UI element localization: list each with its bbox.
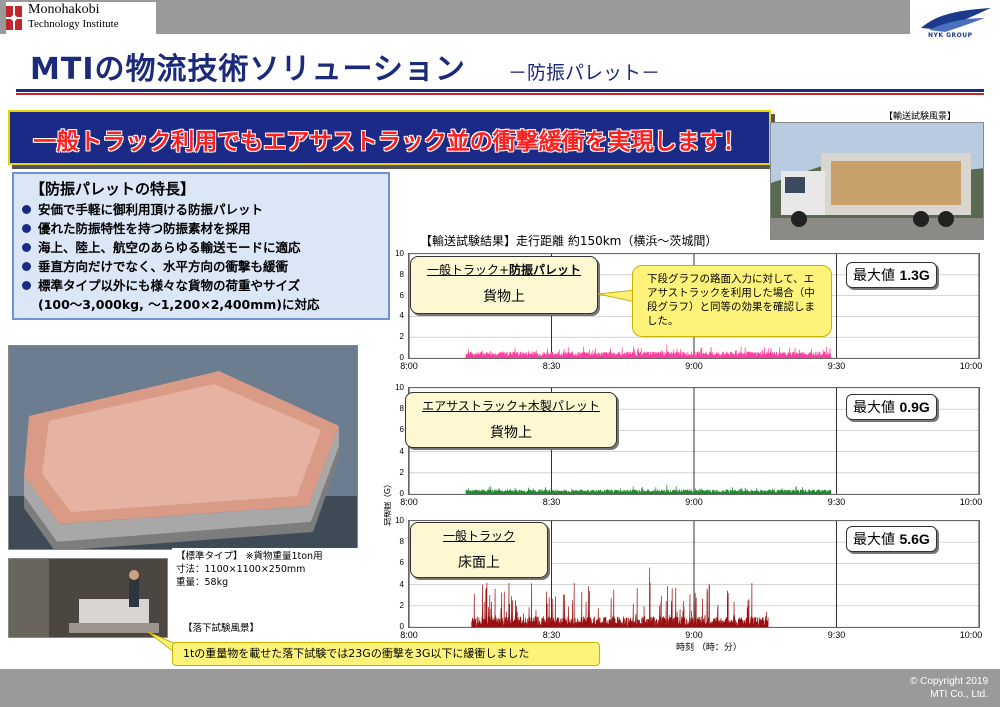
copyright: © Copyright 2019 MTI Co., Ltd. — [910, 675, 988, 701]
x-tick-label: 9:00 — [685, 361, 703, 371]
plot2-label-line1: エアサストラック+木製パレット — [422, 399, 600, 413]
result-callout: 下段グラフの路面入力に対して、エアサストラックを利用した場合（中段グラフ）と同等… — [632, 265, 832, 337]
title-rule — [16, 89, 984, 92]
plot3-label: 一般トラック 床面上 — [410, 522, 548, 578]
x-tick-label: 8:30 — [542, 630, 561, 640]
feature-item: 標準タイプ以外にも様々な貨物の荷重やサイズ — [22, 276, 320, 295]
drop-test-photo — [8, 558, 168, 638]
x-tick-label: 9:00 — [685, 497, 703, 507]
y-tick-label: 4 — [399, 446, 404, 456]
pallet-photo — [8, 345, 358, 550]
drop-test-note: 1tの重量物を載せた落下試験では23Gの衝撃を3G以下に緩衝しました — [172, 642, 600, 666]
pallet-image — [9, 346, 357, 549]
copyright-line1: © Copyright 2019 — [910, 676, 988, 687]
x-tick-label: 10:00 — [959, 361, 983, 371]
plot1-label-line2: 貨物上 — [483, 289, 525, 305]
drop-test-image — [9, 559, 167, 637]
x-tick-label: 8:00 — [400, 361, 418, 371]
mti-logo: Monohakobi Technology Institute — [6, 2, 156, 34]
plot1-label-line1a: 一般トラック+ — [426, 263, 510, 277]
plot1-max-badge: 最大値 1.3G — [846, 262, 937, 288]
feature-item: 優れた防振特性を持つ防振素材を採用 — [22, 219, 320, 238]
series-trace — [465, 484, 832, 495]
plot3-label-line2: 床面上 — [458, 555, 500, 571]
plot3-max-badge: 最大値 5.6G — [846, 526, 937, 552]
y-tick-label: 2 — [399, 600, 404, 610]
graph-heading: 【輸送試験結果】走行距離 約150km（横浜～茨城間） — [420, 234, 718, 248]
copyright-line2: MTI Co., Ltd. — [930, 689, 988, 700]
features-title: 【防振パレットの特長】 — [30, 180, 196, 198]
plot2-label: エアサストラック+木製パレット 貨物上 — [405, 392, 617, 448]
plot2-max-value: 0.9G — [899, 399, 930, 415]
x-tick-label: 9:30 — [827, 361, 846, 371]
x-tick-label: 9:30 — [827, 630, 846, 640]
x-tick-label: 8:30 — [542, 497, 561, 507]
y-tick-label: 8 — [399, 537, 404, 547]
y-tick-label: 8 — [399, 404, 404, 414]
spec-line1: 【標準タイプ】 ※貨物重量1ton用 — [176, 551, 323, 562]
headline-text: 一般トラック利用でもエアサストラック並の衝撃緩衝を実現します！ — [33, 129, 746, 155]
x-axis-label: 時刻 （時：分） — [676, 643, 742, 653]
features-box: 【防振パレットの特長】 安価で手軽に御利用頂ける防振パレット 優れた防振特性を持… — [12, 172, 390, 320]
mti-logo-icon — [6, 6, 22, 30]
drop-test-caption: 【落下試験風景】 — [181, 620, 262, 634]
headline-banner: 一般トラック利用でもエアサストラック並の衝撃緩衝を実現します！ — [8, 110, 771, 165]
truck-image — [771, 123, 983, 239]
feature-item-continuation: (100～3,000kg, ～1,200×2,400mm)に対応 — [38, 297, 320, 312]
series-trace — [465, 344, 832, 359]
x-tick-label: 9:00 — [685, 630, 703, 640]
plot1-label: 一般トラック+防振パレット 貨物上 — [410, 256, 598, 314]
spec-box: 【標準タイプ】 ※貨物重量1ton用 寸法：1100×1100×250mm 重量… — [172, 548, 360, 596]
truck-photo-caption: 【輸送試験風景】 — [884, 112, 957, 122]
bullet-icon — [22, 262, 31, 271]
y-axis-label: 加速度（G） — [383, 480, 392, 527]
logo-text-line1: Monohakobi — [28, 2, 100, 17]
bullet-icon — [22, 243, 31, 252]
features-list: 安価で手軽に御利用頂ける防振パレット 優れた防振特性を持つ防振素材を採用 海上、… — [22, 200, 320, 314]
plot3-label-line1: 一般トラック — [442, 529, 515, 543]
x-tick-label: 10:00 — [959, 497, 983, 507]
y-tick-label: 4 — [399, 579, 404, 589]
title-rule-accent — [16, 93, 984, 95]
y-tick-label: 6 — [399, 425, 404, 435]
nyk-logo-text: NYK GROUP — [928, 32, 973, 39]
plot1-max-value: 1.3G — [899, 267, 930, 283]
y-tick-label: 6 — [399, 290, 404, 300]
x-tick-label: 8:00 — [400, 630, 418, 640]
y-tick-label: 2 — [399, 467, 404, 477]
page-subtitle: －防振パレット－ — [508, 62, 661, 84]
feature-item: 海上、陸上、航空のあらゆる輸送モードに適応 — [22, 238, 320, 257]
feature-item: 垂直方向だけでなく、水平方向の衝撃も緩衝 — [22, 257, 320, 276]
x-tick-label: 8:00 — [400, 497, 418, 507]
bullet-icon — [22, 205, 31, 214]
bullet-icon — [22, 281, 31, 290]
feature-item: 安価で手軽に御利用頂ける防振パレット — [22, 200, 320, 219]
spec-line2: 寸法：1100×1100×250mm — [176, 564, 306, 575]
plot1-label-line1b: 防振パレット — [509, 263, 582, 277]
bullet-icon — [22, 224, 31, 233]
x-tick-label: 9:30 — [827, 497, 846, 507]
y-tick-label: 10 — [395, 383, 404, 392]
page-title: MTIの物流技術ソリューション — [30, 52, 466, 87]
plot2-label-line2: 貨物上 — [490, 425, 532, 441]
x-tick-label: 10:00 — [959, 630, 983, 640]
plot3-max-value: 5.6G — [899, 531, 930, 547]
spec-line3: 重量：58kg — [176, 577, 229, 588]
y-tick-label: 6 — [399, 558, 404, 568]
y-tick-label: 2 — [399, 332, 404, 342]
truck-photo — [770, 122, 984, 240]
plot2-max-badge: 最大値 0.9G — [846, 394, 937, 420]
footer-bar — [0, 669, 1000, 707]
y-tick-label: 8 — [399, 269, 404, 279]
y-tick-label: 10 — [395, 249, 404, 258]
logo-text-line2: Technology Institute — [28, 18, 119, 30]
y-tick-label: 4 — [399, 311, 404, 321]
x-tick-label: 8:30 — [542, 361, 561, 371]
